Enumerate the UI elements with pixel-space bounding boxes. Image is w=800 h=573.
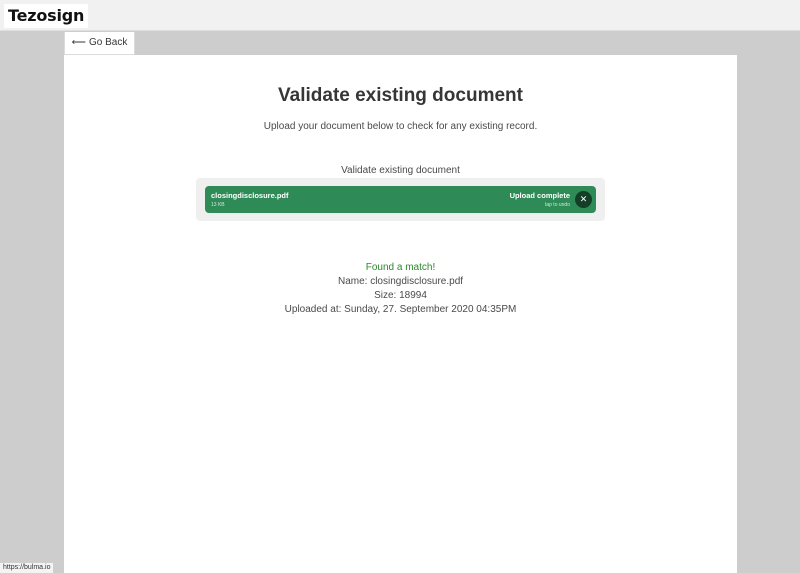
- upload-label: Validate existing document: [341, 165, 460, 176]
- main-card: Validate existing document Upload your d…: [64, 55, 737, 573]
- result-name: Name: closingdisclosure.pdf: [337, 276, 464, 287]
- top-navbar: Tezosign: [0, 0, 800, 31]
- file-upload-dropzone[interactable]: closingdisclosure.pdf 13 KB Upload compl…: [196, 178, 605, 221]
- result-uploaded-at: Uploaded at: Sunday, 27. September 2020 …: [284, 304, 517, 315]
- remove-file-button[interactable]: ✕: [575, 191, 592, 208]
- file-name: closingdisclosure.pdf: [211, 191, 289, 200]
- upload-status: Upload complete: [509, 191, 570, 200]
- go-back-button[interactable]: ⟵ Go Back: [64, 32, 135, 55]
- brand-logo[interactable]: Tezosign: [4, 4, 89, 28]
- undo-hint[interactable]: tap to undo: [545, 202, 570, 208]
- page-subtitle: Upload your document below to check for …: [263, 121, 538, 132]
- match-message: Found a match!: [365, 262, 436, 273]
- file-size: 13 KB: [211, 202, 225, 208]
- close-icon: ✕: [579, 194, 588, 204]
- page-title: Validate existing document: [278, 85, 523, 106]
- go-back-label: Go Back: [88, 37, 128, 48]
- uploaded-file-item[interactable]: closingdisclosure.pdf 13 KB Upload compl…: [205, 186, 596, 213]
- browser-status-url: https://bulma.io: [0, 562, 55, 573]
- back-arrow-icon: ⟵: [71, 37, 86, 48]
- validation-result: Found a match! Name: closingdisclosure.p…: [64, 261, 737, 317]
- result-size: Size: 18994: [374, 290, 427, 301]
